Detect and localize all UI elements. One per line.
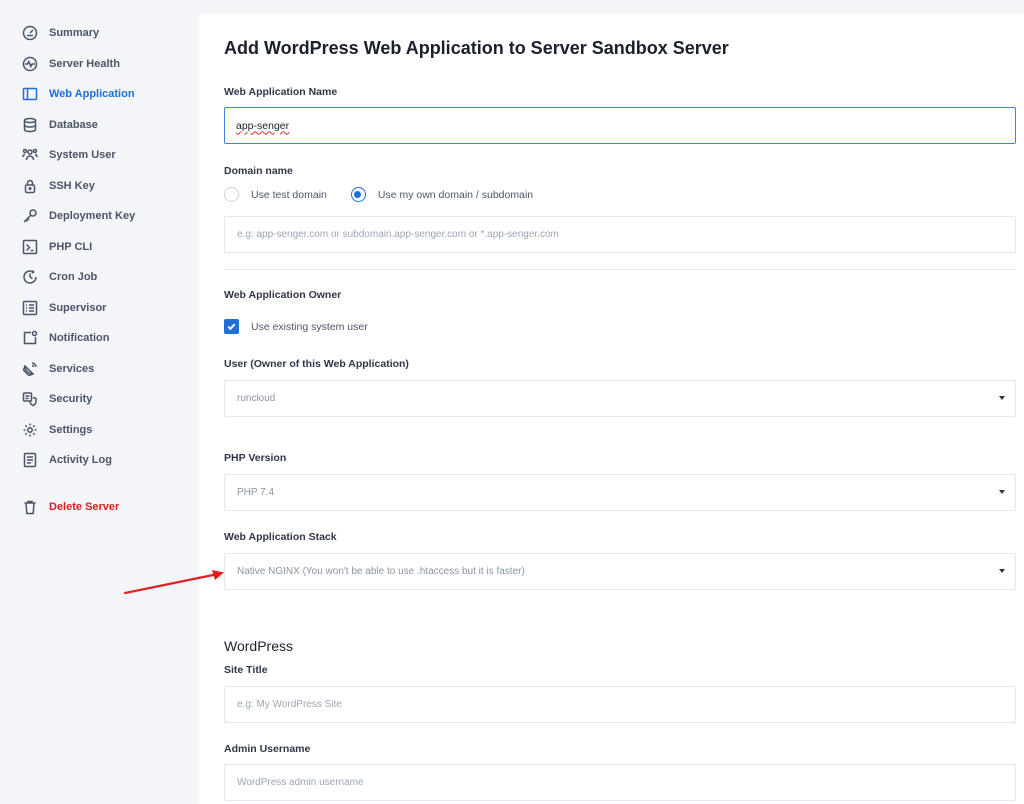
sidebar-item-summary[interactable]: Summary — [0, 18, 197, 49]
shield-icon — [22, 391, 38, 407]
sidebar-item-security[interactable]: Security — [0, 384, 197, 415]
key-icon — [22, 208, 38, 224]
sidebar-item-web-application[interactable]: Web Application — [0, 79, 197, 110]
radio-checked[interactable] — [350, 187, 366, 202]
sidebar-item-label: Cron Job — [49, 271, 98, 284]
app-name-value: app-senger — [236, 119, 290, 132]
sidebar-item-supervisor[interactable]: Supervisor — [0, 293, 197, 324]
php-version-label: PHP Version — [224, 452, 287, 464]
clock-icon — [22, 269, 38, 285]
checkbox-label: Use existing system user — [251, 320, 368, 333]
radio-unchecked[interactable] — [224, 187, 239, 202]
sidebar-item-label: Settings — [49, 423, 93, 436]
checkbox-checked[interactable] — [224, 319, 239, 334]
database-icon — [22, 117, 38, 133]
radio-test-domain[interactable]: Use test domain — [224, 187, 327, 202]
sidebar-item-label: Deployment Key — [49, 210, 136, 223]
user-owner-select[interactable]: runcloud — [224, 380, 1016, 417]
sidebar-item-label: Security — [49, 393, 93, 406]
sidebar-item-settings[interactable]: Settings — [0, 415, 197, 446]
sidebar-item-cron-job[interactable]: Cron Job — [0, 262, 197, 293]
main-panel: Add WordPress Web Application to Server … — [199, 14, 1024, 804]
sidebar-item-label: Server Health — [49, 57, 120, 70]
terminal-icon — [22, 239, 38, 255]
site-title-placeholder: e.g: My WordPress Site — [237, 699, 342, 710]
sidebar-item-php-cli[interactable]: PHP CLI — [0, 232, 197, 263]
admin-username-label: Admin Username — [224, 743, 311, 755]
sidebar-item-label: SSH Key — [49, 179, 95, 192]
sidebar-item-database[interactable]: Database — [0, 110, 197, 141]
sidebar-item-activity-log[interactable]: Activity Log — [0, 445, 197, 476]
chevron-down-icon — [999, 396, 1005, 400]
sidebar-item-label: Supervisor — [49, 301, 107, 314]
admin-username-input[interactable]: WordPress admin username — [224, 764, 1016, 801]
site-title-label: Site Title — [224, 664, 268, 676]
gauge-icon — [22, 25, 38, 41]
users-icon — [22, 147, 38, 163]
stack-value: Native NGINX (You won't be able to use .… — [237, 566, 525, 577]
sidebar-item-ssh-key[interactable]: SSH Key — [0, 171, 197, 202]
delete-server-label: Delete Server — [49, 500, 120, 513]
chevron-down-icon — [999, 569, 1005, 573]
sidebar: Summary Server Health Web Application Da… — [0, 0, 197, 804]
app-name-label: Web Application Name — [224, 86, 338, 98]
trash-icon — [22, 499, 38, 515]
radio-own-domain-label: Use my own domain / subdomain — [377, 188, 534, 201]
sidebar-item-label: Services — [49, 362, 95, 375]
lock-icon — [22, 178, 38, 194]
sidebar-item-server-health[interactable]: Server Health — [0, 49, 197, 80]
domain-placeholder: e.g: app-senger.com or subdomain.app-sen… — [237, 229, 559, 240]
sidebar-item-label: Notification — [49, 332, 110, 345]
owner-label: Web Application Owner — [224, 289, 342, 301]
sidebar-item-label: Summary — [49, 27, 100, 40]
list-icon — [22, 300, 38, 316]
checkmark-icon — [227, 323, 236, 331]
sidebar-item-notification[interactable]: Notification — [0, 323, 197, 354]
domain-options: Use test domain Use my own domain / subd… — [224, 187, 557, 202]
user-owner-label: User (Owner of this Web Application) — [224, 358, 409, 370]
stack-label: Web Application Stack — [224, 531, 337, 543]
stack-select[interactable]: Native NGINX (You won't be able to use .… — [224, 553, 1016, 590]
domain-input[interactable]: e.g: app-senger.com or subdomain.app-sen… — [224, 216, 1016, 253]
sidebar-item-label: Database — [49, 118, 98, 131]
browser-window-icon — [22, 86, 38, 102]
page-title: Add WordPress Web Application to Server … — [224, 38, 729, 58]
use-existing-user-checkbox[interactable]: Use existing system user — [224, 319, 368, 334]
sidebar-item-label: PHP CLI — [49, 240, 93, 253]
php-version-value: PHP 7.4 — [237, 487, 275, 498]
satellite-icon — [22, 361, 38, 377]
radio-test-domain-label: Use test domain — [251, 188, 327, 201]
radio-own-domain[interactable]: Use my own domain / subdomain — [350, 187, 534, 202]
sidebar-item-system-user[interactable]: System User — [0, 140, 197, 171]
sidebar-item-label: Web Application — [49, 88, 135, 101]
heartbeat-icon — [22, 56, 38, 72]
chevron-down-icon — [999, 490, 1005, 494]
bell-icon — [22, 330, 38, 346]
divider — [224, 269, 1016, 270]
annotation-arrow-icon — [123, 570, 224, 595]
sidebar-item-label: Activity Log — [49, 454, 112, 467]
sidebar-item-deployment-key[interactable]: Deployment Key — [0, 201, 197, 232]
wordpress-section-title: WordPress — [224, 638, 293, 654]
sidebar-item-services[interactable]: Services — [0, 354, 197, 385]
gear-icon — [22, 422, 38, 438]
php-version-select[interactable]: PHP 7.4 — [224, 474, 1016, 511]
log-icon — [22, 452, 38, 468]
delete-server-button[interactable]: Delete Server — [0, 492, 197, 523]
domain-label: Domain name — [224, 165, 293, 177]
sidebar-item-label: System User — [49, 149, 116, 162]
app-name-input[interactable]: app-senger — [224, 107, 1016, 144]
site-title-input[interactable]: e.g: My WordPress Site — [224, 686, 1016, 723]
admin-username-placeholder: WordPress admin username — [237, 777, 364, 788]
user-owner-value: runcloud — [237, 393, 276, 404]
